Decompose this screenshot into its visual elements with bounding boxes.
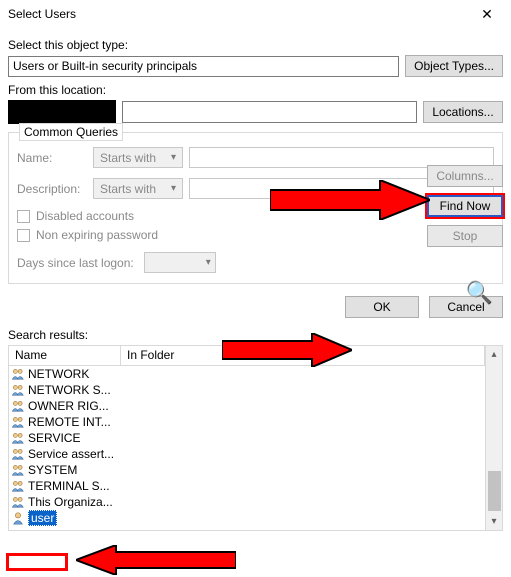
table-row[interactable]: Service assert... [9, 446, 485, 462]
group-icon [11, 479, 25, 493]
table-row[interactable]: NETWORK [9, 366, 485, 382]
row-name: This Organiza... [28, 495, 113, 509]
from-location-label: From this location: [8, 83, 503, 97]
window-title: Select Users [8, 7, 76, 21]
close-icon: ✕ [481, 6, 493, 23]
query-grid: Name: Starts with ▾ Description: Starts … [17, 147, 494, 199]
from-location-input[interactable] [122, 101, 417, 123]
side-buttons: Columns... Find Now Stop [427, 165, 503, 247]
column-name[interactable]: Name [9, 346, 121, 365]
row-name: SYSTEM [28, 463, 77, 477]
close-button[interactable]: ✕ [469, 2, 505, 26]
table-row[interactable]: OWNER RIG... [9, 398, 485, 414]
description-mode-value: Starts with [100, 182, 156, 196]
column-folder[interactable]: In Folder [121, 346, 485, 365]
row-name: Service assert... [28, 447, 114, 461]
annotation-arrow-user [76, 545, 236, 575]
disabled-accounts-label: Disabled accounts [36, 209, 134, 223]
days-row: Days since last logon: ▾ [17, 252, 494, 273]
group-icon [11, 447, 25, 461]
scroll-up-arrow[interactable]: ▴ [486, 346, 502, 363]
row-name: user [28, 510, 57, 526]
description-label: Description: [17, 182, 87, 196]
disabled-accounts-checkbox[interactable] [17, 210, 30, 223]
scroll-thumb[interactable] [488, 471, 501, 511]
chevron-down-icon: ▾ [206, 257, 211, 268]
row-name: TERMINAL S... [28, 479, 110, 493]
search-results: Name In Folder NETWORK NETWORK S... OWNER … [8, 345, 503, 531]
object-type-input[interactable] [8, 56, 399, 77]
scroll-down-arrow[interactable]: ▾ [486, 513, 502, 530]
group-icon [11, 495, 25, 509]
non-expiring-row: Non expiring password [17, 228, 494, 242]
group-icon [11, 431, 25, 445]
object-type-row: Object Types... [8, 55, 503, 77]
results-table: Name In Folder NETWORK NETWORK S... OWNER … [9, 346, 485, 530]
results-body[interactable]: NETWORK NETWORK S... OWNER RIG... REMOTE IN… [9, 366, 485, 530]
row-name: REMOTE INT... [28, 415, 111, 429]
annotation-highlight-user [6, 553, 68, 571]
table-row[interactable]: This Organiza... [9, 494, 485, 510]
stop-button[interactable]: Stop [427, 225, 503, 247]
vertical-scrollbar[interactable]: ▴ ▾ [485, 346, 502, 530]
days-label: Days since last logon: [17, 256, 134, 270]
table-row[interactable]: user [9, 510, 485, 526]
row-name: NETWORK [28, 367, 89, 381]
titlebar: Select Users ✕ [0, 0, 511, 28]
results-header: Name In Folder [9, 346, 485, 366]
group-icon [11, 383, 25, 397]
from-location-redacted [8, 100, 116, 124]
non-expiring-checkbox[interactable] [17, 229, 30, 242]
table-row[interactable]: REMOTE INT... [9, 414, 485, 430]
group-icon [11, 399, 25, 413]
row-name: SERVICE [28, 431, 80, 445]
search-results-label: Search results: [0, 322, 511, 345]
name-mode-select[interactable]: Starts with ▾ [93, 147, 183, 168]
magnifier-icon: 🔍 [466, 280, 493, 306]
disabled-accounts-row: Disabled accounts [17, 209, 494, 223]
object-types-button[interactable]: Object Types... [405, 55, 503, 77]
user-icon [11, 511, 25, 525]
ok-button[interactable]: OK [345, 296, 419, 318]
from-location-row: Locations... [8, 100, 503, 124]
group-icon [11, 367, 25, 381]
table-row[interactable]: NETWORK S... [9, 382, 485, 398]
row-name: OWNER RIG... [28, 399, 109, 413]
group-icon [11, 415, 25, 429]
row-name: NETWORK S... [28, 383, 111, 397]
table-row[interactable]: SYSTEM [9, 462, 485, 478]
columns-button[interactable]: Columns... [427, 165, 503, 187]
chevron-down-icon: ▾ [171, 152, 176, 163]
locations-button[interactable]: Locations... [423, 101, 503, 123]
group-icon [11, 463, 25, 477]
common-queries-legend: Common Queries [19, 123, 123, 141]
chevron-down-icon: ▾ [171, 183, 176, 194]
object-type-label: Select this object type: [8, 38, 503, 52]
description-mode-select[interactable]: Starts with ▾ [93, 178, 183, 199]
dialog-buttons: OK Cancel [8, 296, 503, 318]
non-expiring-label: Non expiring password [36, 228, 158, 242]
table-row[interactable]: TERMINAL S... [9, 478, 485, 494]
days-select[interactable]: ▾ [144, 252, 216, 273]
checks-area: Disabled accounts Non expiring password [17, 209, 494, 242]
name-mode-value: Starts with [100, 151, 156, 165]
find-now-button[interactable]: Find Now [427, 195, 503, 217]
table-row[interactable]: SERVICE [9, 430, 485, 446]
name-label: Name: [17, 151, 87, 165]
